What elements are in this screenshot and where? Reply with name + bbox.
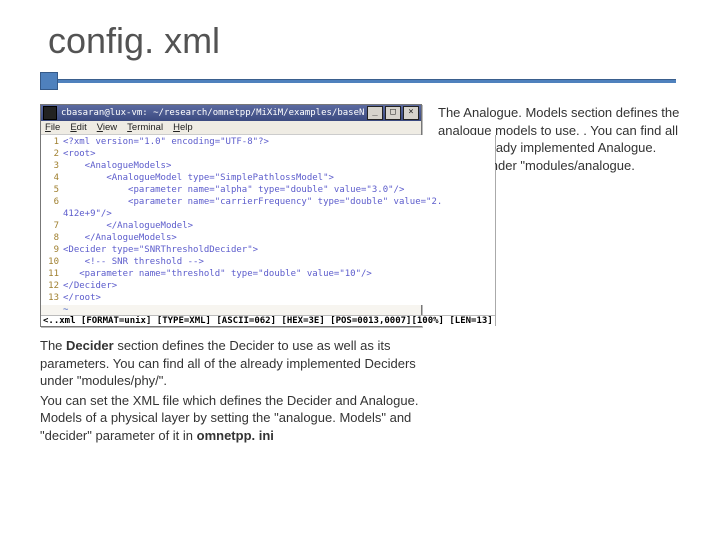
code-line: 11 <parameter name="threshold" type="dou… <box>41 268 495 280</box>
title-rule <box>40 72 680 90</box>
code-line: 9<Decider type="SNRThresholdDecider"> <box>41 244 495 256</box>
code-line: 13</root> <box>41 292 495 304</box>
decider-text: The Decider section defines the Decider … <box>40 337 420 444</box>
menu-terminal[interactable]: Terminal <box>127 122 163 133</box>
menu-help[interactable]: Help <box>173 122 193 133</box>
code-line: 7 </AnalogueModel> <box>41 220 495 232</box>
menu-view[interactable]: View <box>97 122 117 133</box>
vim-tilde: ~ <box>41 305 495 315</box>
code-line: 1<?xml version="1.0" encoding="UTF-8"?> <box>41 136 495 148</box>
window-titlebar: cbasaran@lux-vm: ~/research/omnetpp/MiXi… <box>41 105 421 121</box>
terminal-body: 1<?xml version="1.0" encoding="UTF-8"?>2… <box>41 135 495 305</box>
window-title: cbasaran@lux-vm: ~/research/omnetpp/MiXi… <box>61 108 365 118</box>
code-line: 4 <AnalogueModel type="SimplePathlossMod… <box>41 172 495 184</box>
code-line: 5 <parameter name="alpha" type="double" … <box>41 184 495 196</box>
menu-file[interactable]: File <box>45 122 60 133</box>
terminal-icon <box>43 106 57 120</box>
maximize-button[interactable]: □ <box>385 106 401 120</box>
code-line: 412e+9"/> <box>41 208 495 220</box>
code-line: 6 <parameter name="carrierFrequency" typ… <box>41 196 495 208</box>
window-menubar: File Edit View Terminal Help <box>41 121 421 135</box>
code-line: 3 <AnalogueModels> <box>41 160 495 172</box>
code-line: 10 <!-- SNR threshold --> <box>41 256 495 268</box>
minimize-button[interactable]: _ <box>367 106 383 120</box>
code-line: 2<root> <box>41 148 495 160</box>
code-line: 8 </AnalogueModels> <box>41 232 495 244</box>
close-button[interactable]: × <box>403 106 419 120</box>
status-line: <..xml [FORMAT=unix] [TYPE=XML] [ASCII=0… <box>41 315 495 326</box>
terminal-window: cbasaran@lux-vm: ~/research/omnetpp/MiXi… <box>40 104 422 327</box>
code-line: 12</Decider> <box>41 280 495 292</box>
page-title: config. xml <box>40 20 680 62</box>
menu-edit[interactable]: Edit <box>70 122 86 133</box>
